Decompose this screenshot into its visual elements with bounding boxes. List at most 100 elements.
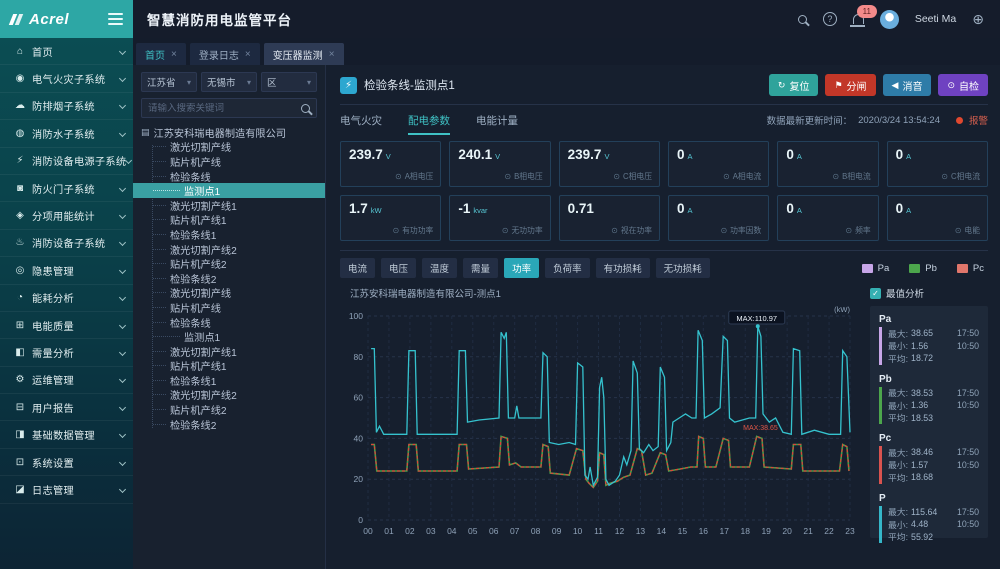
sidebar-item-logs[interactable]: ◪日志管理	[0, 476, 133, 503]
tab-电气火灾[interactable]: 电气火灾	[340, 105, 382, 135]
max-analysis-toggle[interactable]: ✓ 最值分析	[870, 284, 988, 302]
sidebar-item-settings[interactable]: ⊡系统设置	[0, 449, 133, 476]
sidebar-item-fire-door[interactable]: ◙防火门子系统	[0, 175, 133, 202]
tree-node[interactable]: ▤江苏安科瑞电器制造有限公司	[141, 125, 317, 140]
sidebar-item-home[interactable]: ⌂首页	[0, 38, 133, 65]
region-select-2[interactable]: 区	[261, 72, 317, 92]
search-icon[interactable]	[798, 15, 807, 24]
power-line-chart[interactable]: 0204060801000001020304050607080910111213…	[340, 302, 862, 545]
tree-node[interactable]: 贴片机产线	[141, 154, 317, 169]
stat-value: 18.72	[911, 353, 933, 363]
legend-item-Pb[interactable]: Pb	[909, 263, 937, 274]
close-icon[interactable]: ×	[171, 49, 177, 60]
tree-node[interactable]: 检验条线1	[141, 373, 317, 388]
tree-search-icon[interactable]	[301, 104, 310, 113]
card-label: B相电压	[514, 171, 543, 182]
open-tab[interactable]: 登录日志×	[190, 43, 260, 65]
filter-chip-有功损耗[interactable]: 有功损耗	[596, 258, 650, 278]
tree-node[interactable]: 贴片机产线1	[141, 359, 317, 374]
help-icon[interactable]: ?	[823, 12, 837, 26]
tree-node[interactable]: 激光切割产线	[141, 286, 317, 301]
open-tab[interactable]: 变压器监测×	[264, 43, 344, 65]
filter-chip-需量[interactable]: 需量	[463, 258, 498, 278]
sidebar-item-user-report[interactable]: ⊟用户报告	[0, 394, 133, 421]
tab-电能计量[interactable]: 电能计量	[476, 105, 518, 135]
sidebar-item-power-quality[interactable]: ⊞电能质量	[0, 312, 133, 339]
chart-canvas[interactable]: 0204060801000001020304050607080910111213…	[340, 302, 860, 540]
card-value: 1.7	[349, 201, 368, 216]
tree-search-input[interactable]	[148, 103, 301, 114]
tree-node[interactable]: 检验条线	[141, 315, 317, 330]
region-select-1[interactable]: 无锡市	[201, 72, 257, 92]
legend-item-Pc[interactable]: Pc	[957, 263, 984, 274]
filter-chip-功率[interactable]: 功率	[504, 258, 539, 278]
sidebar-item-hazard[interactable]: ◎隐患管理	[0, 257, 133, 284]
legend-item-Pa[interactable]: Pa	[862, 263, 890, 274]
sidebar-item-ops[interactable]: ⚙运维管理	[0, 367, 133, 394]
region-select-0[interactable]: 江苏省	[141, 72, 197, 92]
chevron-down-icon	[119, 102, 126, 109]
card-label: A相电流	[733, 171, 762, 182]
close-icon[interactable]: ×	[329, 49, 335, 60]
tree-node[interactable]: 检验条线1	[141, 227, 317, 242]
stat-row: 平均:18.53	[888, 412, 979, 425]
language-globe-icon[interactable]: ⊕	[972, 12, 984, 26]
tree-node-label: 贴片机产线1	[170, 212, 227, 227]
button-消音[interactable]: ◀消音	[883, 74, 932, 96]
filter-chip-负荷率[interactable]: 负荷率	[545, 258, 590, 278]
tree-node[interactable]: 检验条线	[141, 169, 317, 184]
company-icon: ▤	[141, 127, 150, 138]
hamburger-menu-icon[interactable]	[108, 10, 123, 28]
filter-chip-电压[interactable]: 电压	[381, 258, 416, 278]
sidebar-item-energy-stats[interactable]: ◈分项用能统计	[0, 202, 133, 229]
tree-node-label: 检验条线	[170, 315, 211, 330]
legend-label: Pb	[925, 263, 937, 274]
tree-node[interactable]: 监测点1	[141, 329, 317, 344]
tree-node[interactable]: 激光切割产线	[141, 140, 317, 155]
chevron-down-icon	[119, 322, 126, 329]
button-label: 自检	[959, 78, 979, 93]
tree-node[interactable]: 检验条线2	[141, 271, 317, 286]
button-分闸[interactable]: ⚑分闸	[825, 74, 875, 96]
sidebar-item-electrical-fire[interactable]: ◉电气火灾子系统	[0, 65, 133, 92]
parameter-card-无功功率: -1kvar⊙无功功率	[449, 195, 550, 241]
alarm-label: 报警	[969, 113, 988, 127]
sidebar-item-fire-power[interactable]: ⚡消防设备电源子系统	[0, 148, 133, 175]
close-icon[interactable]: ×	[245, 49, 251, 60]
sidebar-item-fire-equipment[interactable]: ♨消防设备子系统	[0, 230, 133, 257]
filter-chip-温度[interactable]: 温度	[422, 258, 457, 278]
filter-chip-电流[interactable]: 电流	[340, 258, 375, 278]
button-自检[interactable]: ⊙自检	[938, 74, 988, 96]
username: Seeti Ma	[915, 13, 956, 25]
tree-node[interactable]: 激光切割产线1	[141, 198, 317, 213]
open-tab[interactable]: 首页×	[136, 43, 186, 65]
stat-value: 115.64	[911, 507, 937, 517]
tree-node[interactable]: 贴片机产线1	[141, 213, 317, 228]
sidebar-item-label: 能耗分析	[32, 290, 74, 305]
stat-field-label: 最大:	[888, 446, 908, 459]
energy-statistics-icon: ◈	[12, 210, 28, 221]
filter-chip-无功损耗[interactable]: 无功损耗	[656, 258, 710, 278]
card-value: -1	[458, 201, 470, 216]
fire-water-icon: ◍	[12, 128, 28, 139]
tree-node[interactable]: 激光切割产线2	[141, 242, 317, 257]
sidebar-item-smoke-exhaust[interactable]: ☁防排烟子系统	[0, 93, 133, 120]
stat-time: 10:50	[957, 460, 979, 470]
tree-node-label: 贴片机产线2	[170, 256, 227, 271]
avatar[interactable]	[880, 10, 899, 29]
notifications[interactable]: 11	[853, 14, 864, 24]
tree-node[interactable]: 贴片机产线2	[141, 256, 317, 271]
tree-node[interactable]: 激光切割产线1	[141, 344, 317, 359]
tree-node[interactable]: 激光切割产线2	[141, 388, 317, 403]
stat-row: 最大:38.4617:50	[888, 446, 979, 459]
tab-配电参数[interactable]: 配电参数	[408, 105, 450, 135]
button-复位[interactable]: ↻复位	[769, 74, 819, 96]
sidebar-item-fire-water[interactable]: ◍消防水子系统	[0, 120, 133, 147]
tree-node[interactable]: 检验条线2	[141, 417, 317, 432]
tree-node[interactable]: 监测点1	[133, 183, 325, 198]
tree-node[interactable]: 贴片机产线2	[141, 402, 317, 417]
sidebar-item-energy-analysis[interactable]: ◔能耗分析	[0, 285, 133, 312]
sidebar-item-base-data[interactable]: ◨基础数据管理	[0, 421, 133, 448]
sidebar-item-demand-analysis[interactable]: ◧需量分析	[0, 339, 133, 366]
tree-node[interactable]: 贴片机产线	[141, 300, 317, 315]
